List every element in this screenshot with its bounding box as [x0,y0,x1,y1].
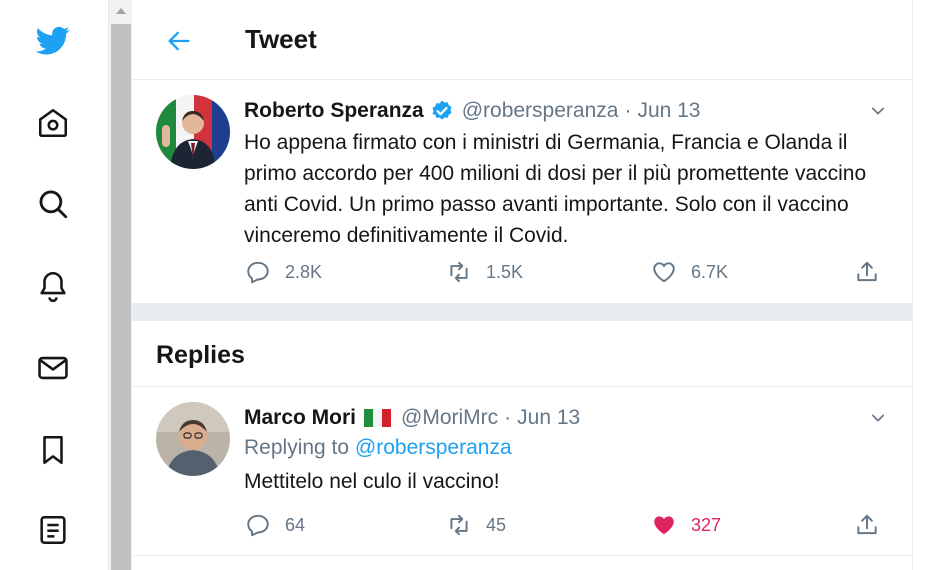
page-header: Tweet [132,0,912,80]
scrollbar-thumb[interactable] [111,24,131,570]
tweet-date[interactable]: Jun 13 [637,99,700,123]
italy-flag-icon [364,409,392,427]
twitter-bird-icon [36,26,70,55]
reply-icon [247,261,269,284]
share-icon [857,261,877,282]
reply-share-button[interactable] [854,512,894,538]
nav-explore[interactable] [33,184,73,224]
back-arrow-icon [168,31,190,51]
tweet-header: Roberto Speranza @robersperanza · Jun 13 [244,99,701,123]
reply-date[interactable]: Jun 13 [517,406,580,430]
retweet-count: 1.5K [486,261,524,282]
retweet-button[interactable]: 1.5K [446,259,523,285]
reply-author-handle[interactable]: @MoriMrc [401,406,498,430]
reply-author-avatar[interactable] [156,402,230,476]
verified-badge-icon [432,100,452,120]
scroll-up-arrow-icon [116,8,126,14]
bookmarks-icon [43,435,63,465]
reply-like-button[interactable]: 327 [651,512,721,538]
scroll-up-button[interactable] [109,0,133,22]
share-button[interactable] [854,259,894,285]
reply-icon [247,514,269,537]
page-title: Tweet [245,24,317,54]
reply-tweet[interactable]: Marco Mori @MoriMrc · Jun 13 Replying to… [132,388,912,556]
twitter-logo-link[interactable] [33,20,73,60]
chevron-down-icon [871,414,885,422]
reply-header: Marco Mori @MoriMrc · Jun 13 [244,406,580,430]
replying-to-link[interactable]: @robersperanza [355,436,512,459]
author-handle[interactable]: @robersperanza [462,99,619,123]
reply-options-button[interactable] [865,405,891,431]
lists-icon [40,515,66,545]
main-column: Tweet Roberto Speranza @robersperanza · … [132,0,913,570]
messages-envelope-icon [38,356,68,380]
reply-count: 2.8K [285,261,323,282]
author-avatar[interactable] [156,95,230,169]
scrollbar[interactable] [108,0,132,570]
like-button[interactable]: 6.7K [651,259,728,285]
replying-to-line: Replying to @robersperanza [244,436,512,460]
like-count: 6.7K [691,261,729,282]
nav-bookmarks[interactable] [33,430,73,470]
chevron-down-icon [871,107,885,115]
share-icon [857,514,877,535]
replying-to-prefix: Replying to [244,436,350,459]
replies-header: Replies [132,321,912,387]
left-navigation [0,0,108,570]
nav-lists[interactable] [33,510,73,550]
nav-notifications[interactable] [33,266,73,306]
tweet-text: Ho appena firmato con i ministri di Germ… [244,131,867,247]
reply-retweet-count: 45 [486,514,507,535]
back-button[interactable] [162,24,196,58]
reply-text: Mettitelo nel culo il vaccino! [244,470,500,493]
section-divider [132,303,912,321]
nav-home[interactable] [33,103,73,143]
reply-author-name[interactable]: Marco Mori [244,406,356,430]
reply-reply-count: 64 [285,514,306,535]
heart-filled-icon [654,516,674,535]
retweet-icon [450,514,468,536]
notifications-bell-icon [40,271,66,303]
reply-button[interactable]: 2.8K [245,259,322,285]
main-tweet[interactable]: Roberto Speranza @robersperanza · Jun 13… [132,81,912,303]
retweet-icon [450,261,468,283]
heart-icon [653,262,675,283]
reply-meta-separator: · [504,406,512,429]
nav-messages[interactable] [33,348,73,388]
reply-retweet-button[interactable]: 45 [446,512,506,538]
reply-reply-button[interactable]: 64 [245,512,305,538]
reply-like-count: 327 [691,514,722,535]
explore-search-icon [39,190,68,219]
tweet-options-button[interactable] [865,98,891,124]
author-name[interactable]: Roberto Speranza [244,99,424,123]
meta-separator: · [624,99,632,122]
replies-title: Replies [156,341,245,369]
home-icon [38,108,68,138]
